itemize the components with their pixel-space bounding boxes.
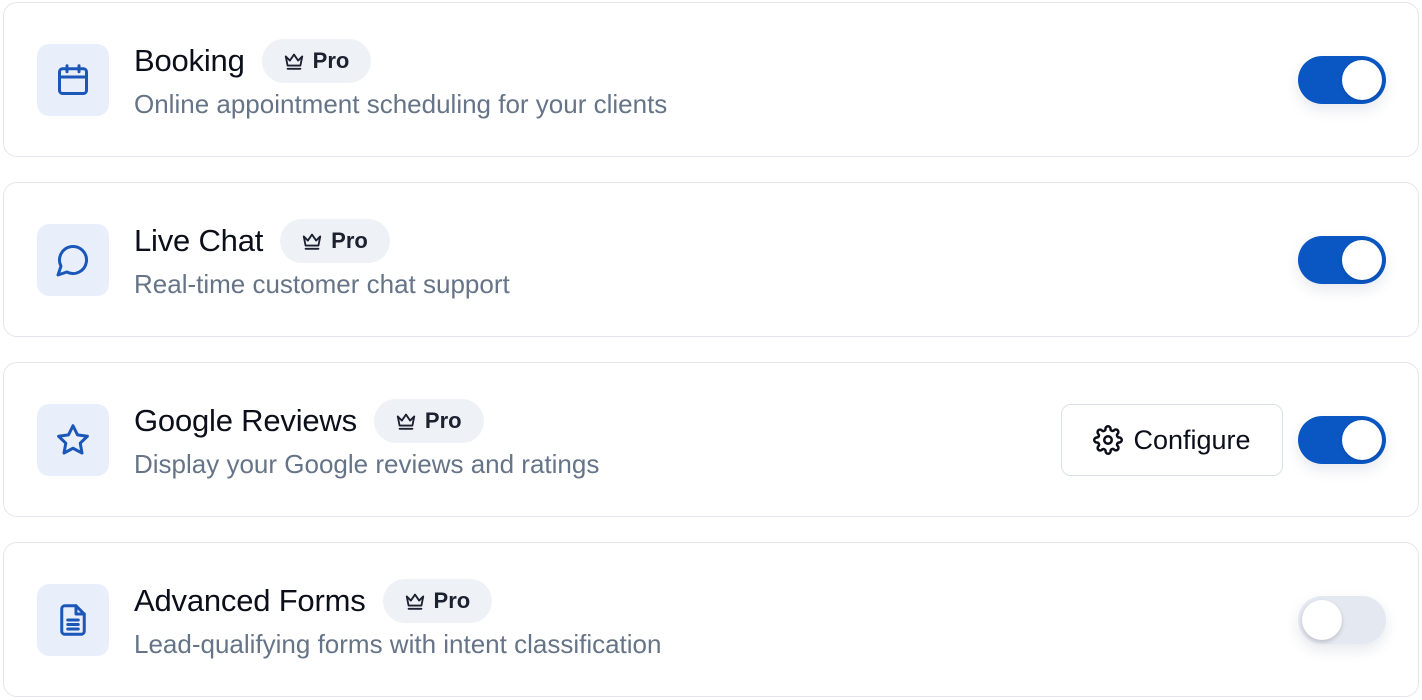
feature-title-row: Advanced Forms Pro [134,578,493,624]
feature-card-live-chat: Live Chat Pro Real-time customer chat su… [3,182,1419,337]
toggle-knob [1342,240,1382,280]
toggle-knob [1342,60,1382,100]
feature-title: Booking [134,43,245,78]
feature-card-advanced-forms: Advanced Forms Pro Lead-qualifying forms… [3,542,1419,697]
configure-button-label: Configure [1133,424,1251,455]
toggle-knob [1342,420,1382,460]
advanced-forms-toggle[interactable] [1298,596,1386,644]
google-reviews-toggle[interactable] [1298,416,1386,464]
feature-title: Google Reviews [134,403,357,438]
feature-description: Lead-qualifying forms with intent classi… [134,629,662,659]
crown-icon [396,413,416,430]
calendar-icon [37,44,109,116]
feature-list: Booking Pro Online appointment schedulin… [0,0,1422,700]
pro-badge: Pro [261,39,372,83]
crown-icon [303,233,322,250]
feature-title: Advanced Forms [134,583,366,618]
pro-badge-label: Pro [433,588,471,613]
pro-badge: Pro [382,579,493,623]
gear-icon [1093,425,1124,455]
live-chat-toggle[interactable] [1298,236,1386,284]
pro-badge: Pro [280,219,390,263]
crown-icon [284,53,303,70]
pro-badge: Pro [373,399,484,443]
pro-badge-label: Pro [424,408,462,433]
pro-badge-label: Pro [312,48,350,73]
document-icon [37,584,109,656]
configure-button[interactable]: Configure [1061,404,1283,476]
pro-badge-label: Pro [331,228,368,253]
feature-description: Display your Google reviews and ratings [134,449,600,479]
crown-icon [405,593,424,610]
feature-title-row: Live Chat Pro [134,218,390,264]
booking-toggle[interactable] [1298,56,1386,104]
feature-title-row: Google Reviews Pro [134,398,484,444]
feature-description: Online appointment scheduling for your c… [134,89,668,119]
feature-card-booking: Booking Pro Online appointment schedulin… [3,2,1419,157]
toggle-knob [1302,600,1342,640]
chat-bubble-icon [37,224,109,296]
feature-card-google-reviews: Google Reviews Pro Display your Google r… [3,362,1419,517]
star-icon [37,404,109,476]
feature-description: Real-time customer chat support [134,269,510,299]
feature-title: Live Chat [134,223,264,258]
feature-title-row: Booking Pro [134,38,372,84]
